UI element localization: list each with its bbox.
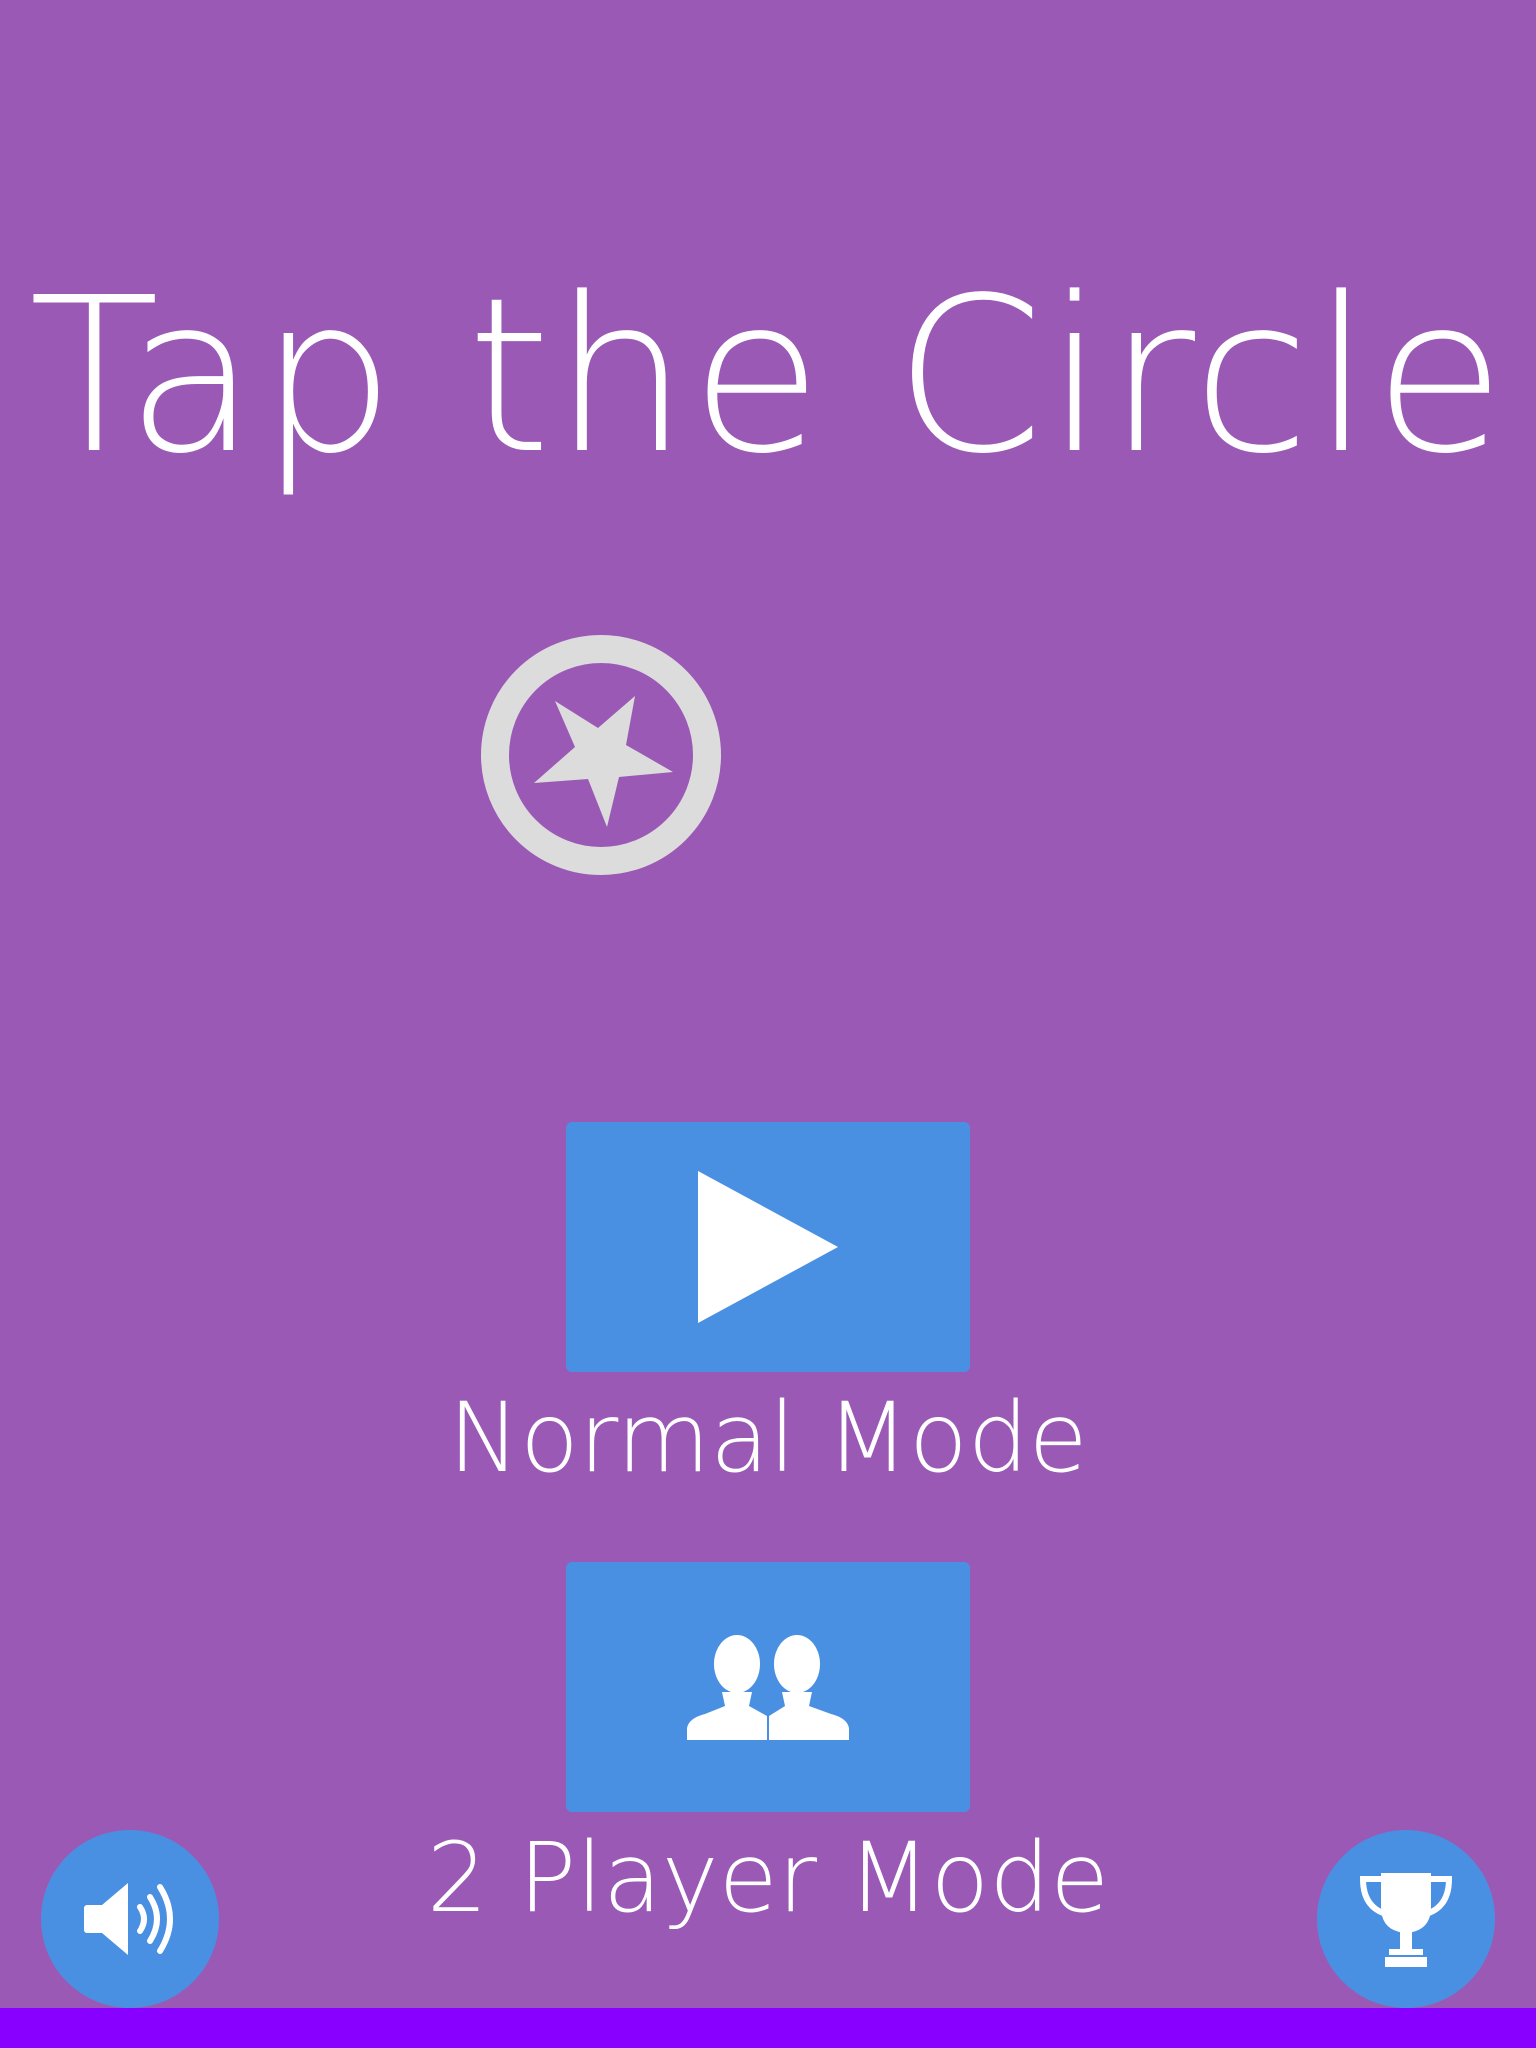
leaderboard-button[interactable]: [1317, 1830, 1495, 2008]
two-player-mode-button[interactable]: [566, 1562, 970, 1812]
trophy-icon: [1359, 1873, 1453, 1967]
bottom-bar: [0, 2008, 1536, 2048]
game-title: Tap the Circle: [28, 252, 1508, 501]
speaker-volume-icon: [84, 1883, 173, 1955]
star-in-circle-icon: [481, 635, 721, 875]
sound-toggle-button[interactable]: [41, 1830, 219, 2008]
two-players-icon: [687, 1635, 849, 1740]
play-icon: [698, 1171, 838, 1323]
normal-mode-button[interactable]: [566, 1122, 970, 1372]
two-player-mode-label[interactable]: 2 Player Mode: [0, 1830, 1536, 1926]
game-menu-screen: Tap the Circle Normal Mode 2 Player Mode: [0, 0, 1536, 2048]
normal-mode-label[interactable]: Normal Mode: [0, 1390, 1536, 1486]
